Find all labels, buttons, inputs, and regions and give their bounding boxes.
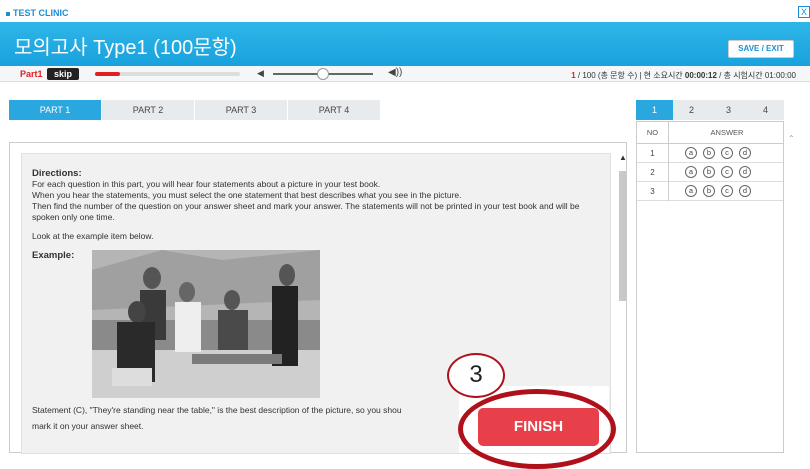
save-exit-button[interactable]: SAVE / EXIT [728,40,794,58]
example-intro: Look at the example item below. [32,231,154,241]
bullet-icon [6,11,10,16]
scroll-up-icon[interactable]: ▲ [619,153,627,162]
answer-option-c[interactable]: c [721,166,733,178]
tab-part-4[interactable]: PART 4 [288,100,380,120]
answer-option-b[interactable]: b [703,185,715,197]
part-label: Part1 [20,69,43,79]
answer-scroll-up-icon[interactable]: ⌃ [788,134,795,143]
answer-options: abcd [685,185,751,197]
answer-tab-2[interactable]: 2 [673,100,710,120]
answer-row: 1 abcd [637,144,783,163]
answer-rows: 1abcd2abcd3abcd [637,144,783,201]
answer-tab-4[interactable]: 4 [747,100,784,120]
directions-title: Directions: [32,168,82,179]
player-bar: Part1 skip ◀ ◀)) 1 / 100 (총 문항 수) | 현 소요… [0,66,810,82]
test-header: 모의고사 Type1 (100문항) SAVE / EXIT [0,22,810,66]
col-no: NO [637,122,669,144]
volume-up-icon[interactable]: ◀)) [388,67,402,78]
brand-text: TEST CLINIC [13,8,69,18]
answer-page-tabs: 1 2 3 4 [636,100,784,120]
answer-options: abcd [685,166,751,178]
skip-button[interactable]: skip [47,68,79,80]
answer-option-c[interactable]: c [721,185,733,197]
audio-progress-fill [95,72,120,76]
total-questions: / 100 (총 문항 수) | 현 소요시간 [575,71,685,80]
example-label: Example: [32,250,75,261]
audio-progress-track[interactable] [95,72,240,76]
answer-option-a[interactable]: a [685,147,697,159]
exam-status: 1 / 100 (총 문항 수) | 현 소요시간 00:00:12 / 총 시… [571,70,796,81]
volume-down-icon[interactable]: ◀ [257,68,264,79]
answer-tab-1[interactable]: 1 [636,100,673,120]
callout-number: 3 [447,353,505,398]
answer-row: 2 abcd [637,163,783,182]
scroll-thumb[interactable] [619,171,627,301]
answer-row: 3 abcd [637,182,783,201]
answer-option-b[interactable]: b [703,147,715,159]
answer-option-d[interactable]: d [739,185,751,197]
answer-options: abcd [685,147,751,159]
col-answer: ANSWER [710,128,744,137]
callout-highlight [458,389,616,469]
directions-line: Then find the number of the question on … [32,201,580,222]
tab-part-1[interactable]: PART 1 [9,100,101,120]
brand-label: TEST CLINIC [6,8,69,18]
answer-row-number: 3 [637,182,669,201]
elapsed-time: 00:00:12 [684,71,717,80]
answer-option-b[interactable]: b [703,166,715,178]
answer-option-a[interactable]: a [685,185,697,197]
total-time: 01:00:00 [764,71,796,80]
top-bar: TEST CLINIC X [0,0,810,22]
tab-part-2[interactable]: PART 2 [102,100,194,120]
answer-header: NO ANSWER [637,122,783,144]
answer-option-c[interactable]: c [721,147,733,159]
answer-row-number: 1 [637,144,669,163]
answer-option-a[interactable]: a [685,166,697,178]
tab-part-3[interactable]: PART 3 [195,100,287,120]
answer-row-number: 2 [637,163,669,182]
directions-line: When you hear the statements, you must s… [32,190,462,200]
example-row: Example: [32,250,600,398]
total-time-label: / 총 시험시간 [716,71,765,80]
content-scrollbar[interactable]: ▲ [619,153,627,443]
directions-line: For each question in this part, you will… [32,179,381,189]
close-icon[interactable]: X [798,6,810,18]
volume-knob[interactable] [317,68,329,80]
answer-tab-3[interactable]: 3 [710,100,747,120]
answer-sheet: NO ANSWER 1abcd2abcd3abcd [636,121,784,453]
answer-option-d[interactable]: d [739,147,751,159]
example-photo [92,250,320,398]
test-title: 모의고사 Type1 (100문항) [14,37,237,59]
answer-option-d[interactable]: d [739,166,751,178]
